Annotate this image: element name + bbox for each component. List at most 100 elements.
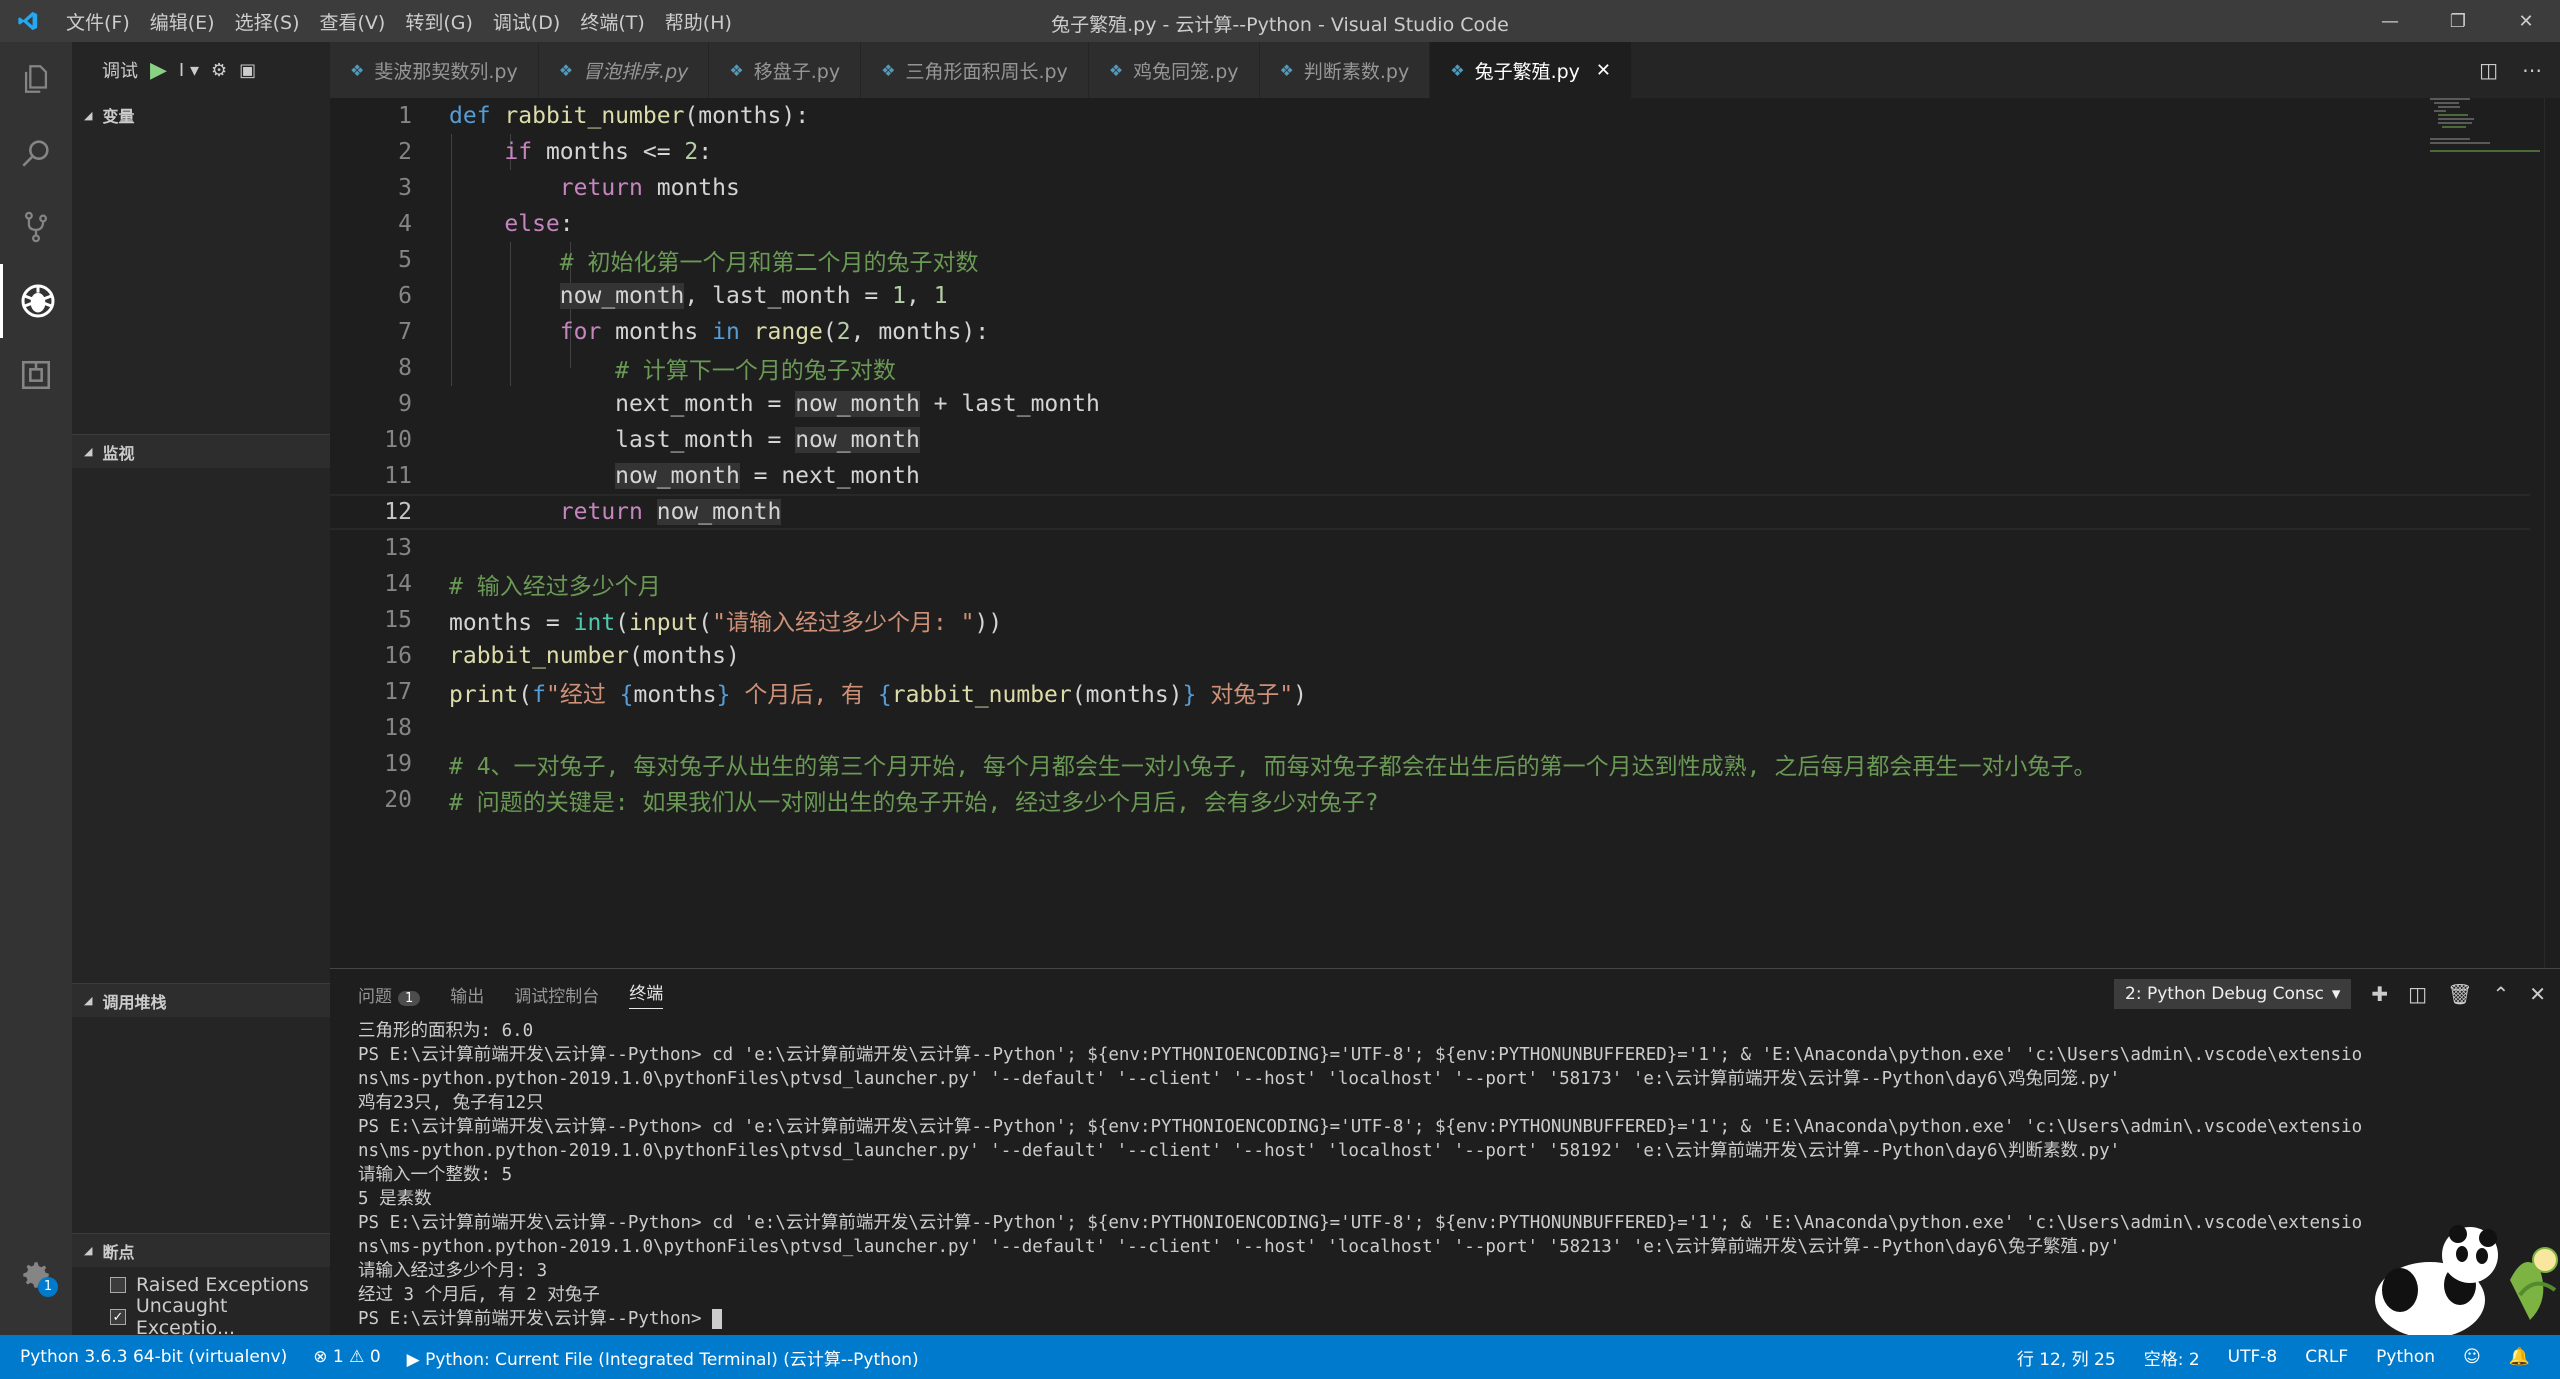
watch-section-header[interactable]: ◢ 监视 — [72, 434, 330, 468]
tab-prime[interactable]: ❖ 判断素数.py — [1259, 42, 1431, 98]
terminal-cursor — [712, 1309, 723, 1329]
start-debugging-icon[interactable]: ▶ — [150, 58, 167, 83]
feedback-smiley-icon[interactable]: ☺ — [2463, 1347, 2481, 1367]
maximize-panel-chevron-up-icon[interactable]: ⌃ — [2492, 982, 2509, 1006]
tab-label: 三角形面积周长.py — [905, 60, 1068, 83]
code-editor[interactable]: 1 def rabbit_number(months): 2 if months … — [330, 98, 2560, 968]
notifications-bell-icon[interactable]: 🔔 — [2509, 1347, 2530, 1367]
indentation-status[interactable]: 空格: 2 — [2144, 1345, 2200, 1370]
collapse-triangle-icon: ◢ — [84, 108, 93, 122]
tab-problems[interactable]: 问题 1 — [358, 982, 421, 1007]
line-number: 8 — [398, 355, 412, 381]
callstack-section-header[interactable]: ◢ 调用堆栈 — [72, 983, 330, 1017]
close-panel-icon[interactable]: ✕ — [2529, 982, 2546, 1006]
line-number: 12 — [384, 499, 412, 525]
language-mode-status[interactable]: Python — [2376, 1347, 2435, 1367]
code-line: 13 — [330, 530, 2530, 566]
breakpoint-uncaught-exceptions[interactable]: ✓ Uncaught Exceptio... — [110, 1295, 330, 1339]
close-tab-icon[interactable]: ✕ — [1596, 60, 1611, 81]
menu-view[interactable]: 查看(V) — [310, 8, 396, 35]
tab-debug-console[interactable]: 调试控制台 — [514, 982, 599, 1007]
code-line: 18 — [330, 710, 2530, 746]
python-interpreter-status[interactable]: Python 3.6.3 64-bit (virtualenv) — [20, 1347, 287, 1367]
code-text: if months <= 2: — [504, 139, 713, 165]
menu-selection[interactable]: 选择(S) — [225, 8, 310, 35]
terminal-output[interactable]: 三角形的面积为: 6.0 PS E:\云计算前端开发\云计算--Python> c… — [358, 1019, 2538, 1331]
extensions-icon[interactable] — [0, 338, 72, 412]
line-number: 7 — [398, 319, 412, 345]
code-line: 4 else: — [330, 206, 2530, 242]
launch-config-status[interactable]: ▶ Python: Current File (Integrated Termi… — [407, 1345, 919, 1370]
panda-sticker-decoration — [2375, 1225, 2558, 1335]
tab-rabbit-breeding[interactable]: ❖ 兔子繁殖.py ✕ — [1430, 42, 1633, 98]
kill-terminal-trash-icon[interactable]: 🗑 — [2447, 982, 2472, 1006]
terminal-select[interactable]: 2: Python Debug Consc ▾ — [2114, 979, 2352, 1009]
debug-settings-gear-icon[interactable]: ⚙ — [211, 60, 227, 81]
eol-status[interactable]: CRLF — [2305, 1347, 2348, 1367]
code-line: 16 rabbit_number(months) — [330, 638, 2530, 674]
code-line: 8 # 计算下一个月的兔子对数 — [330, 350, 2530, 386]
code-comment: # 4、一对兔子, 每对兔子从出生的第三个月开始, 每个月都会生一对小兔子, 而… — [449, 754, 2097, 780]
explorer-icon[interactable] — [0, 42, 72, 116]
code-line: 6 now_month, last_month = 1, 1 — [330, 278, 2530, 314]
problems-status[interactable]: ⊗ 1 ⚠ 0 — [313, 1347, 380, 1367]
problems-count-badge: 1 — [398, 990, 421, 1006]
tab-label: 兔子繁殖.py — [1474, 60, 1580, 83]
line-number: 5 — [398, 247, 412, 273]
split-terminal-icon[interactable]: ◫ — [2408, 982, 2427, 1006]
tab-bubble-sort[interactable]: ❖ 冒泡排序.py — [538, 42, 710, 98]
line-number: 4 — [398, 211, 412, 237]
variables-section-header[interactable]: ◢ 变量 — [72, 98, 330, 132]
code-text: rabbit_number(months) — [449, 643, 740, 669]
menu-terminal[interactable]: 终端(T) — [570, 8, 654, 35]
line-number: 20 — [384, 787, 412, 813]
encoding-status[interactable]: UTF-8 — [2228, 1347, 2278, 1367]
tab-output[interactable]: 输出 — [450, 982, 484, 1007]
code-line: 9 next_month = now_month + last_month — [330, 386, 2530, 422]
breakpoints-title: 断点 — [102, 1242, 135, 1262]
menu-help[interactable]: 帮助(H) — [655, 8, 742, 35]
line-number: 9 — [398, 391, 412, 417]
cursor-position-status[interactable]: 行 12, 列 25 — [2017, 1345, 2116, 1370]
line-number: 18 — [384, 715, 412, 741]
line-number: 11 — [384, 463, 412, 489]
line-number: 13 — [384, 535, 412, 561]
terminal-line: PS E:\云计算前端开发\云计算--Python> cd 'e:\云计算前端开… — [358, 1213, 2363, 1233]
tab-chicken-rabbit[interactable]: ❖ 鸡兔同笼.py — [1088, 42, 1260, 98]
code-text: now_month, last_month = 1, 1 — [559, 283, 948, 309]
python-file-icon: ❖ — [1450, 60, 1465, 80]
manage-gear-icon[interactable]: 1 — [0, 1245, 72, 1305]
search-icon[interactable] — [0, 116, 72, 190]
code-text: last_month = now_month — [449, 427, 920, 453]
new-terminal-plus-icon[interactable]: ✚ — [2371, 982, 2388, 1006]
code-line: 11 now_month = next_month — [330, 458, 2530, 494]
source-control-icon[interactable] — [0, 190, 72, 264]
minimize-icon[interactable]: — — [2356, 0, 2424, 42]
split-editor-icon[interactable]: ◫ — [2479, 58, 2498, 82]
tab-triangle[interactable]: ❖ 三角形面积周长.py — [861, 42, 1089, 98]
terminal-line: ns\ms-python.python-2019.1.0\pythonFiles… — [358, 1069, 2121, 1089]
line-number: 6 — [398, 283, 412, 309]
debug-console-icon[interactable]: ▣ — [239, 60, 256, 81]
editor-scrollbar[interactable] — [2544, 98, 2560, 968]
raised-exceptions-checkbox[interactable] — [110, 1277, 126, 1293]
tab-hanoi[interactable]: ❖ 移盘子.py — [709, 42, 862, 98]
code-text: else: — [504, 211, 574, 237]
menu-edit[interactable]: 编辑(E) — [140, 8, 225, 35]
menu-debug[interactable]: 调试(D) — [483, 8, 570, 35]
menu-file[interactable]: 文件(F) — [56, 8, 140, 35]
minimap[interactable] — [2430, 98, 2540, 158]
debug-config-select[interactable]: I ▾ — [179, 60, 199, 81]
breakpoints-section-header[interactable]: ◢ 断点 — [72, 1233, 330, 1267]
tab-fibonacci[interactable]: ❖ 斐波那契数列.py — [330, 42, 539, 98]
breakpoint-label: Raised Exceptions — [136, 1274, 309, 1296]
uncaught-exceptions-checkbox[interactable]: ✓ — [110, 1309, 126, 1325]
close-window-icon[interactable]: ✕ — [2492, 0, 2560, 42]
debug-config-value: I — [178, 59, 185, 81]
collapse-triangle-icon: ◢ — [84, 445, 93, 458]
menu-go[interactable]: 转到(G) — [395, 8, 483, 35]
more-actions-icon[interactable]: ⋯ — [2522, 58, 2542, 82]
tab-terminal[interactable]: 终端 — [629, 979, 664, 1009]
restore-icon[interactable]: ❐ — [2424, 0, 2492, 42]
debug-icon[interactable] — [0, 264, 72, 338]
